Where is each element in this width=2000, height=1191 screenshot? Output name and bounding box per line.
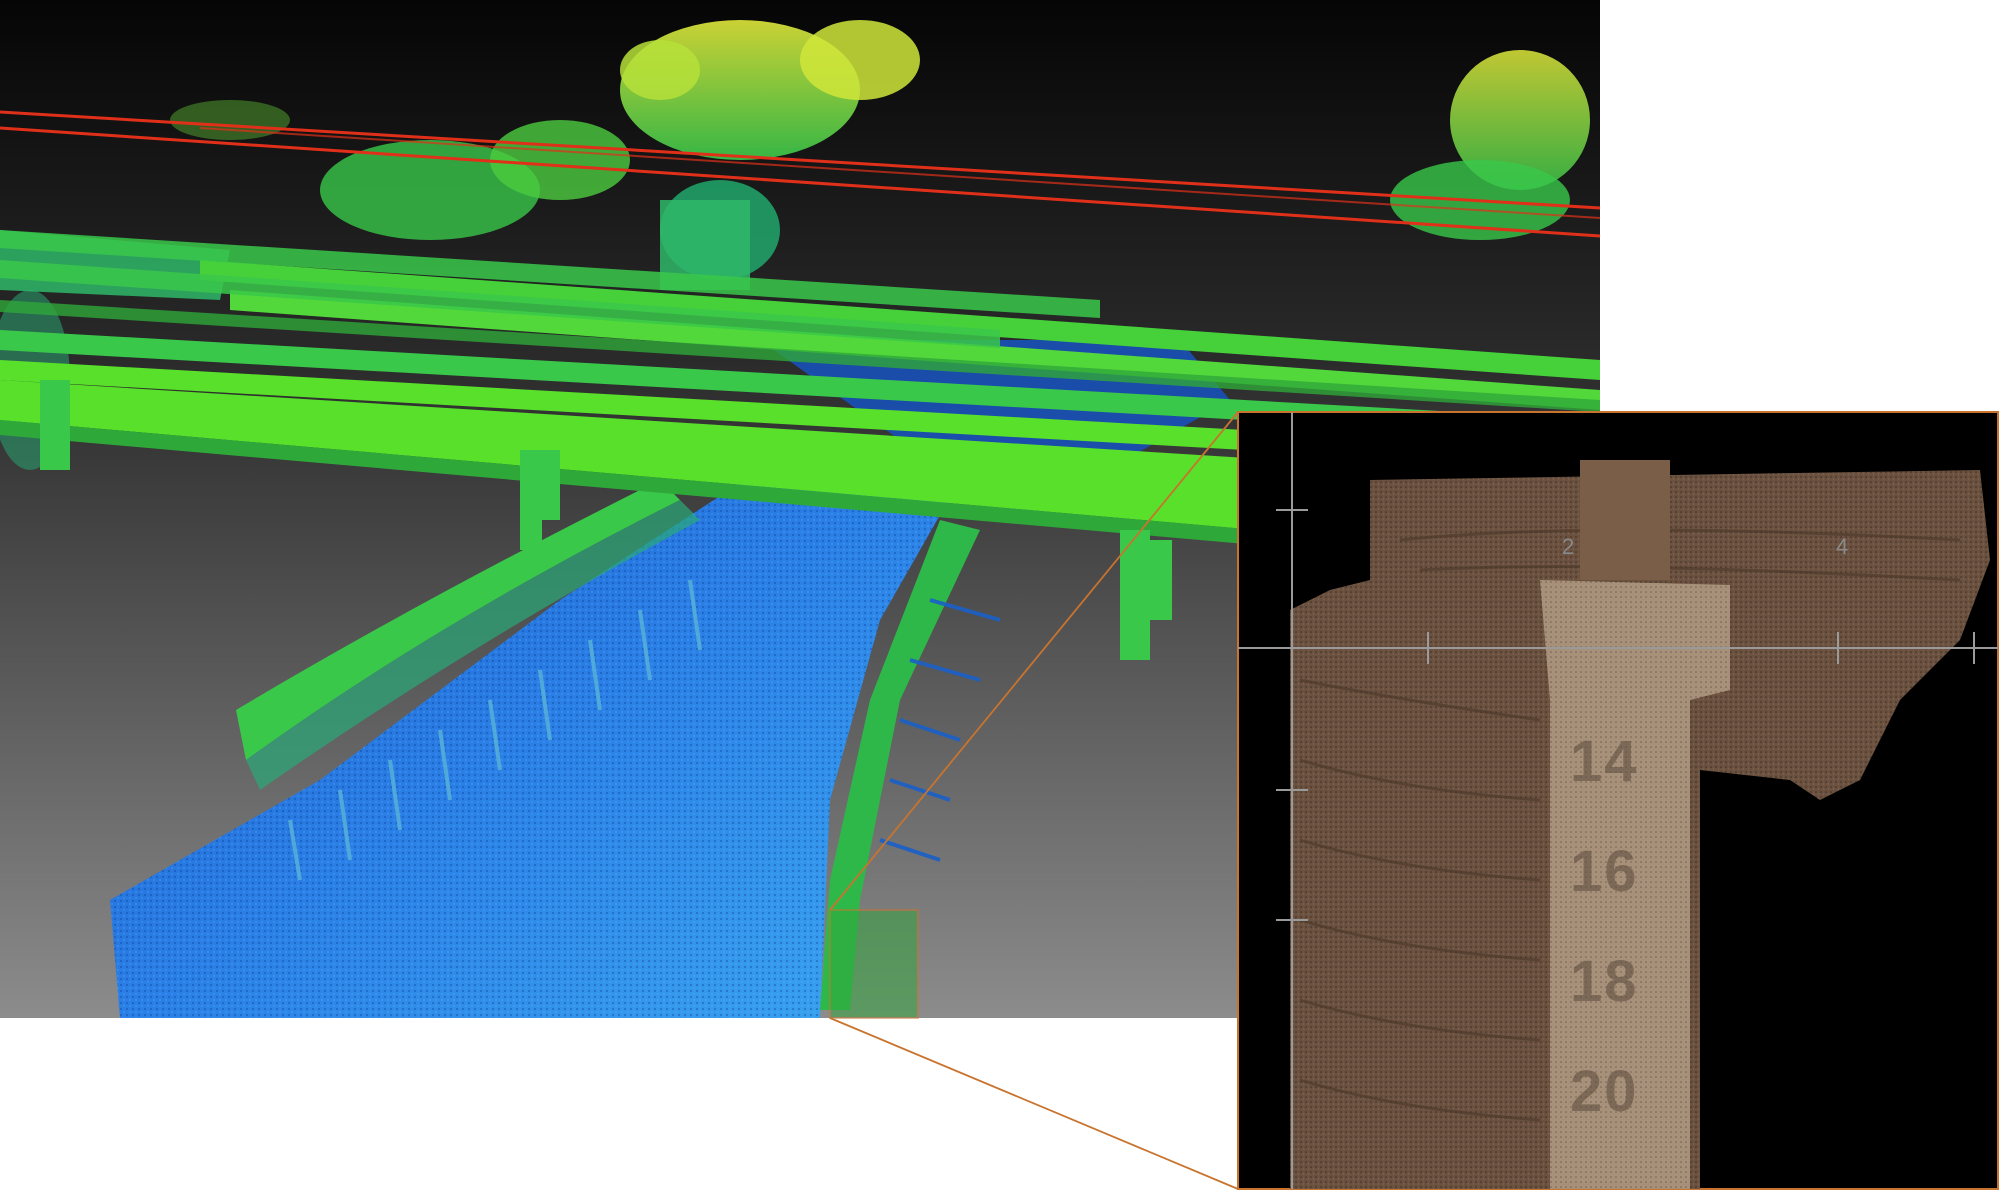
zoom-region-box bbox=[829, 909, 919, 1019]
gauge-number-14: 14 bbox=[1570, 729, 1639, 794]
gauge-number-20: 20 bbox=[1570, 1059, 1639, 1124]
gauge-number-18: 18 bbox=[1570, 949, 1639, 1014]
gauge-number-16: 16 bbox=[1570, 839, 1639, 904]
visualization-canvas bbox=[0, 0, 1999, 1190]
zoom-connector-bottom bbox=[829, 1017, 1239, 1190]
inset-axis-label-2: 2 bbox=[1562, 534, 1575, 559]
inset-axis-label-4: 4 bbox=[1836, 534, 1849, 559]
